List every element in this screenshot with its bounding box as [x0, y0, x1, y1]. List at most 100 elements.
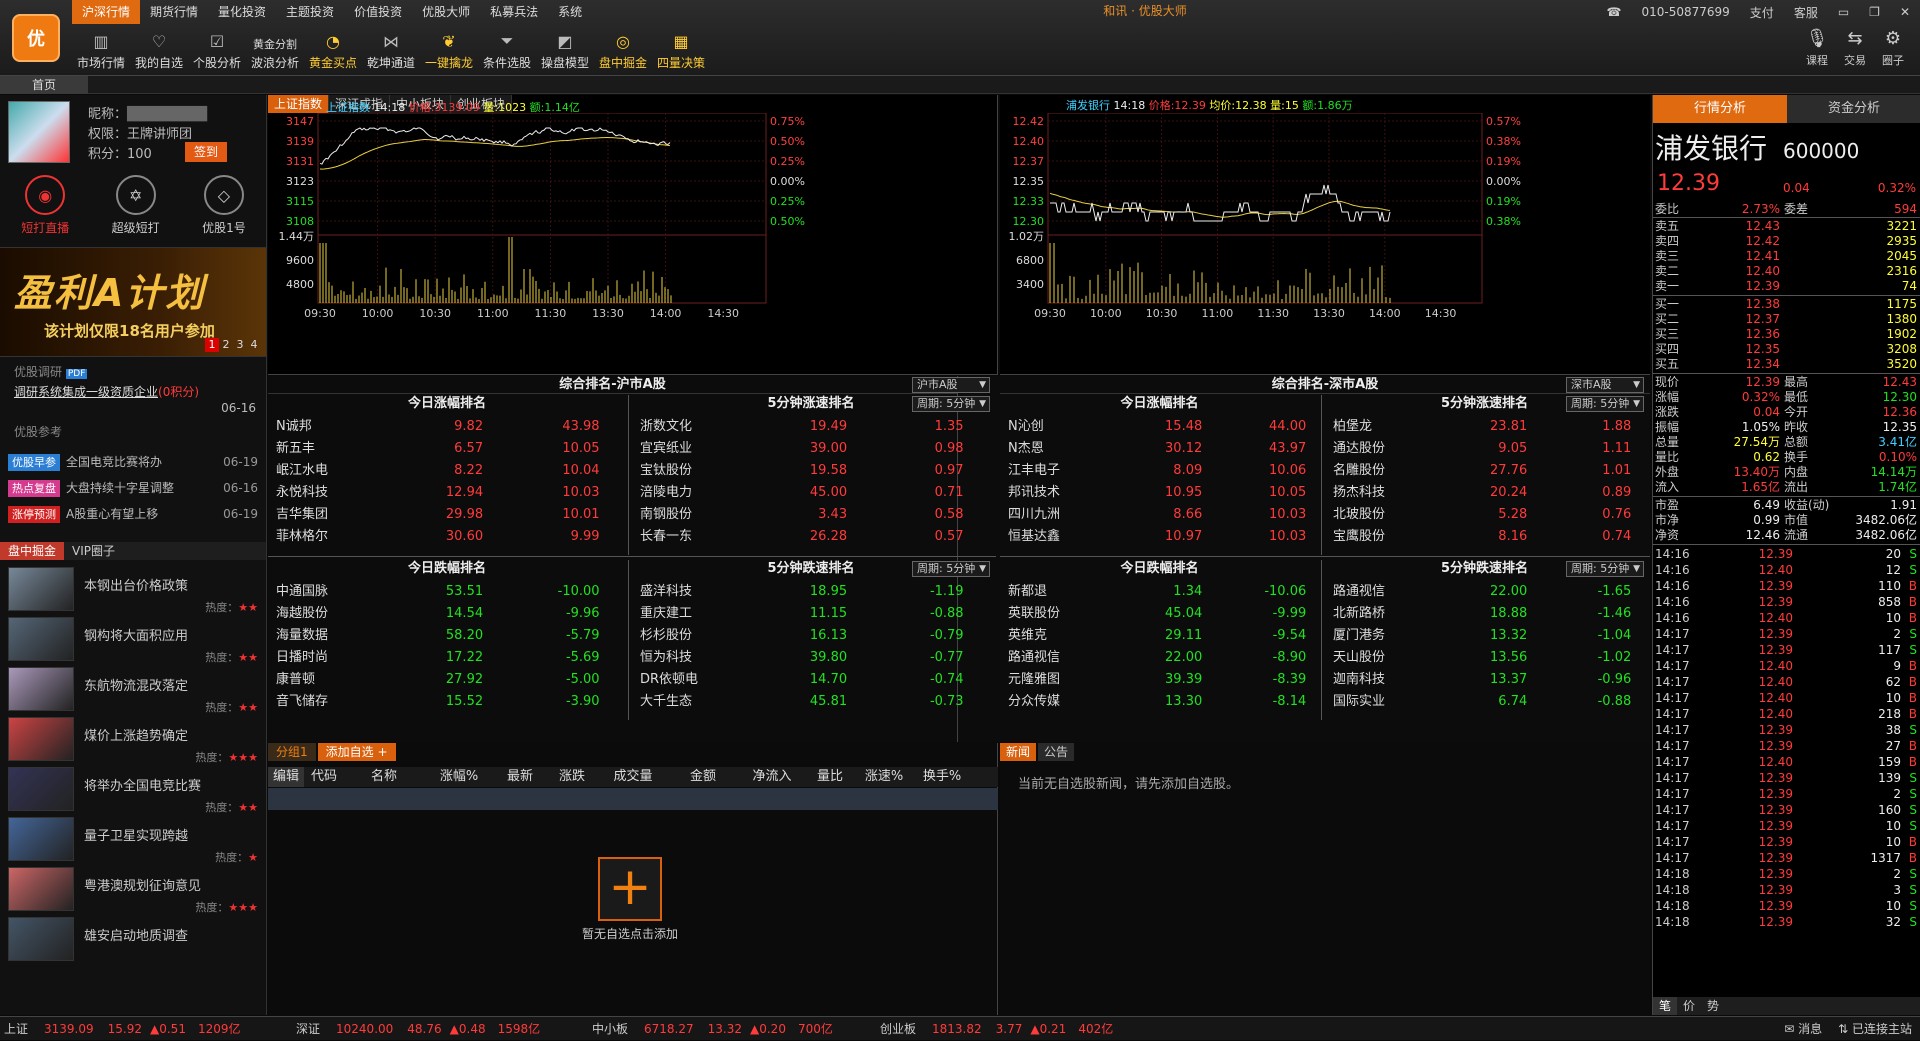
stock-intraday-chart[interactable]: 12.42 0.57% 12.40 0.38% 12.37 0.19% 12.35 0.00%…: [1000, 113, 1650, 375]
ranking-row[interactable]: 涪陵电力 45.00 0.71: [632, 482, 986, 504]
reference-item[interactable]: 热点复盘 大盘持续十字星调整 06-16: [8, 479, 258, 497]
ranking-row[interactable]: N杰恩 30.12 43.97: [1000, 438, 1315, 460]
watchlist-selected-row[interactable]: [268, 788, 998, 810]
toolbar-button-4[interactable]: ◔ 黄金买点: [304, 26, 362, 74]
ranking-row[interactable]: 音飞储存 15.52 -3.90: [268, 691, 622, 713]
period-select[interactable]: 周期: 5分钟: [912, 396, 990, 412]
ranking-row[interactable]: 海越股份 14.54 -9.96: [268, 603, 622, 625]
ranking-row[interactable]: 吉华集团 29.98 10.01: [268, 504, 622, 526]
ranking-row[interactable]: 天山股份 13.56 -1.02: [1325, 647, 1640, 669]
ranking-row[interactable]: N沁创 15.48 44.00: [1000, 416, 1315, 438]
ranking-row[interactable]: 宝钛股份 19.58 0.97: [632, 460, 986, 482]
banner-page-4[interactable]: 4: [247, 338, 261, 352]
banner-page-1[interactable]: 1: [205, 338, 219, 352]
ranking-row[interactable]: 扬杰科技 20.24 0.89: [1325, 482, 1640, 504]
news-tab-1[interactable]: 公告: [1038, 743, 1075, 761]
status-index-cy[interactable]: 创业板 1813.82 3.77 ▲0.21 402亿: [880, 1017, 1113, 1041]
promo-banner[interactable]: 盈利A计划 该计划仅限18名用户参加 1234: [0, 247, 266, 357]
ranking-row[interactable]: 路通视信 22.00 -1.65: [1325, 581, 1640, 603]
toolbar-button-6[interactable]: ❦ 一键擒龙: [420, 26, 478, 74]
status-index-zx[interactable]: 中小板 6718.27 13.32 ▲0.20 700亿: [592, 1017, 833, 1041]
menu-5[interactable]: 优股大师: [412, 0, 480, 24]
ranking-row[interactable]: N诚邦 9.82 43.98: [268, 416, 622, 438]
right-button-1[interactable]: ⇆ 交易: [1836, 28, 1874, 68]
watch-col-11[interactable]: 换手%: [914, 767, 970, 787]
support-link[interactable]: 客服: [1794, 4, 1818, 21]
right-button-0[interactable]: 🎙 课程: [1798, 28, 1836, 68]
menu-1[interactable]: 期货行情: [140, 0, 208, 24]
market-select[interactable]: 沪市A股: [912, 377, 990, 393]
ranking-row[interactable]: 日播时尚 17.22 -5.69: [268, 647, 622, 669]
toolbar-button-9[interactable]: ◎ 盘中掘金: [594, 26, 652, 74]
ranking-row[interactable]: 通达股份 9.05 1.11: [1325, 438, 1640, 460]
index-tab-0[interactable]: 上证指数: [268, 95, 330, 113]
ranking-row[interactable]: 海量数据 58.20 -5.79: [268, 625, 622, 647]
ranking-row[interactable]: 宝鹰股份 8.16 0.74: [1325, 526, 1640, 548]
watch-col-0[interactable]: 编辑: [268, 767, 304, 787]
toolbar-button-2[interactable]: ☑ 个股分析: [188, 26, 246, 74]
feed-item[interactable]: 将举办全国电竞比赛 热度：★★: [8, 761, 258, 817]
ranking-row[interactable]: 江丰电子 8.09 10.06: [1000, 460, 1315, 482]
watch-col-5[interactable]: 涨跌: [546, 767, 598, 787]
feed-item[interactable]: 东航物流混改落定 热度：★★: [8, 661, 258, 717]
ranking-row[interactable]: 英联股份 45.04 -9.99: [1000, 603, 1315, 625]
ranking-row[interactable]: 恒基达鑫 10.97 10.03: [1000, 526, 1315, 548]
news-tab-0[interactable]: 新闻: [1000, 743, 1037, 761]
ranking-row[interactable]: 新五丰 6.57 10.05: [268, 438, 622, 460]
reference-item[interactable]: 涨停预测 A股重心有望上移 06-19: [8, 505, 258, 523]
feed-item[interactable]: 钢构将大面积应用 热度：★★: [8, 611, 258, 667]
toolbar-button-7[interactable]: ⏷ 条件选股: [478, 26, 536, 74]
ranking-row[interactable]: 杉杉股份 16.13 -0.79: [632, 625, 986, 647]
toolbar-button-10[interactable]: ▦ 四量决策: [652, 26, 710, 74]
side-shortcut-2[interactable]: ◇ 优股1号: [202, 175, 246, 236]
watch-col-2[interactable]: 名称: [344, 767, 424, 787]
tab-home[interactable]: 首页: [0, 76, 88, 94]
ranking-row[interactable]: 恒为科技 39.80 -0.77: [632, 647, 986, 669]
ranking-row[interactable]: 大千生态 45.81 -0.73: [632, 691, 986, 713]
watch-col-8[interactable]: 净流入: [738, 767, 806, 787]
avatar[interactable]: [8, 101, 70, 163]
ranking-row[interactable]: 宜宾纸业 39.00 0.98: [632, 438, 986, 460]
menu-3[interactable]: 主题投资: [276, 0, 344, 24]
watch-col-4[interactable]: 最新: [494, 767, 546, 787]
add-watch-button[interactable]: +: [598, 857, 662, 921]
watch-col-1[interactable]: 代码: [304, 767, 344, 787]
ranking-row[interactable]: 名雕股份 27.76 1.01: [1325, 460, 1640, 482]
banner-page-2[interactable]: 2: [219, 338, 233, 352]
status-index-sh[interactable]: 上证 3139.09 15.92 ▲0.51 1209亿: [4, 1017, 241, 1041]
ranking-row[interactable]: 四川九洲 8.66 10.03: [1000, 504, 1315, 526]
message-link[interactable]: 消息: [1798, 1022, 1822, 1036]
watch-col-7[interactable]: 金额: [668, 767, 738, 787]
menu-2[interactable]: 量化投资: [208, 0, 276, 24]
market-select[interactable]: 深市A股: [1566, 377, 1644, 393]
restore-button[interactable]: ❐: [1869, 5, 1880, 19]
watch-col-6[interactable]: 成交量: [598, 767, 668, 787]
ranking-row[interactable]: 柏堡龙 23.81 1.88: [1325, 416, 1640, 438]
feed-item[interactable]: 粤港澳规划征询意见 热度：★★★: [8, 861, 258, 917]
side-shortcut-0[interactable]: ◉ 短打直播: [21, 175, 69, 236]
toolbar-button-1[interactable]: ♡ 我的自选: [130, 26, 188, 74]
feed-item[interactable]: 量子卫星实现跨越 热度：★: [8, 811, 258, 867]
quote-tab-1[interactable]: 资金分析: [1787, 95, 1920, 123]
menu-4[interactable]: 价值投资: [344, 0, 412, 24]
ranking-row[interactable]: 新都退 1.34 -10.06: [1000, 581, 1315, 603]
toolbar-button-3[interactable]: 黄金分割 波浪分析: [246, 26, 304, 74]
ranking-row[interactable]: 长春一东 26.28 0.57: [632, 526, 986, 548]
ranking-row[interactable]: 盛洋科技 18.95 -1.19: [632, 581, 986, 603]
menu-6[interactable]: 私募兵法: [480, 0, 548, 24]
quote-bottom-tab-2[interactable]: 势: [1701, 997, 1725, 1015]
quote-bottom-tab-1[interactable]: 价: [1677, 997, 1701, 1015]
period-select[interactable]: 周期: 5分钟: [1566, 561, 1644, 577]
ranking-row[interactable]: 岷江水电 8.22 10.04: [268, 460, 622, 482]
feed-item[interactable]: 本钢出台价格政策 热度：★★: [8, 561, 258, 617]
quote-bottom-tab-0[interactable]: 笔: [1653, 997, 1678, 1015]
watch-tab-1[interactable]: 添加自选 +: [317, 743, 396, 761]
message-icon[interactable]: ✉: [1784, 1022, 1798, 1036]
toolbar-button-5[interactable]: ⋈ 乾坤通道: [362, 26, 420, 74]
menu-7[interactable]: 系统: [548, 0, 592, 24]
watch-tab-0[interactable]: 分组1: [268, 743, 316, 761]
watch-col-3[interactable]: 涨幅%: [424, 767, 494, 787]
side-tab-1[interactable]: VIP圈子: [64, 542, 123, 560]
ranking-row[interactable]: 分众传媒 13.30 -8.14: [1000, 691, 1315, 713]
toolbar-button-0[interactable]: ▥ 市场行情: [72, 26, 130, 74]
